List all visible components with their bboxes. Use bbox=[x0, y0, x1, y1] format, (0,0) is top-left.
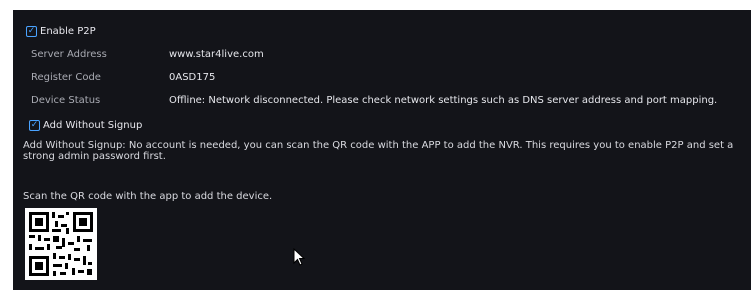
server-address-value: www.star4live.com bbox=[169, 49, 264, 60]
add-without-signup-checkbox[interactable]: ✓ Add Without Signup bbox=[29, 120, 142, 131]
device-status-label: Device Status bbox=[31, 95, 101, 106]
checkmark-icon: ✓ bbox=[29, 120, 40, 131]
qr-code bbox=[25, 208, 97, 280]
enable-p2p-checkbox[interactable]: ✓ Enable P2P bbox=[26, 26, 96, 37]
signup-description: Add Without Signup: No account is needed… bbox=[23, 140, 734, 162]
checkmark-icon: ✓ bbox=[26, 26, 37, 37]
enable-p2p-label: Enable P2P bbox=[40, 26, 96, 37]
device-status-value: Offline: Network disconnected. Please ch… bbox=[169, 95, 718, 106]
p2p-settings-panel: ✓ Enable P2P Server Address www.star4liv… bbox=[13, 10, 751, 290]
qr-caption: Scan the QR code with the app to add the… bbox=[23, 191, 273, 202]
register-code-label: Register Code bbox=[31, 72, 101, 83]
add-without-signup-label: Add Without Signup bbox=[43, 120, 143, 131]
register-code-value: 0ASD175 bbox=[169, 72, 216, 83]
mouse-pointer-icon bbox=[293, 247, 306, 270]
server-address-label: Server Address bbox=[31, 49, 107, 60]
